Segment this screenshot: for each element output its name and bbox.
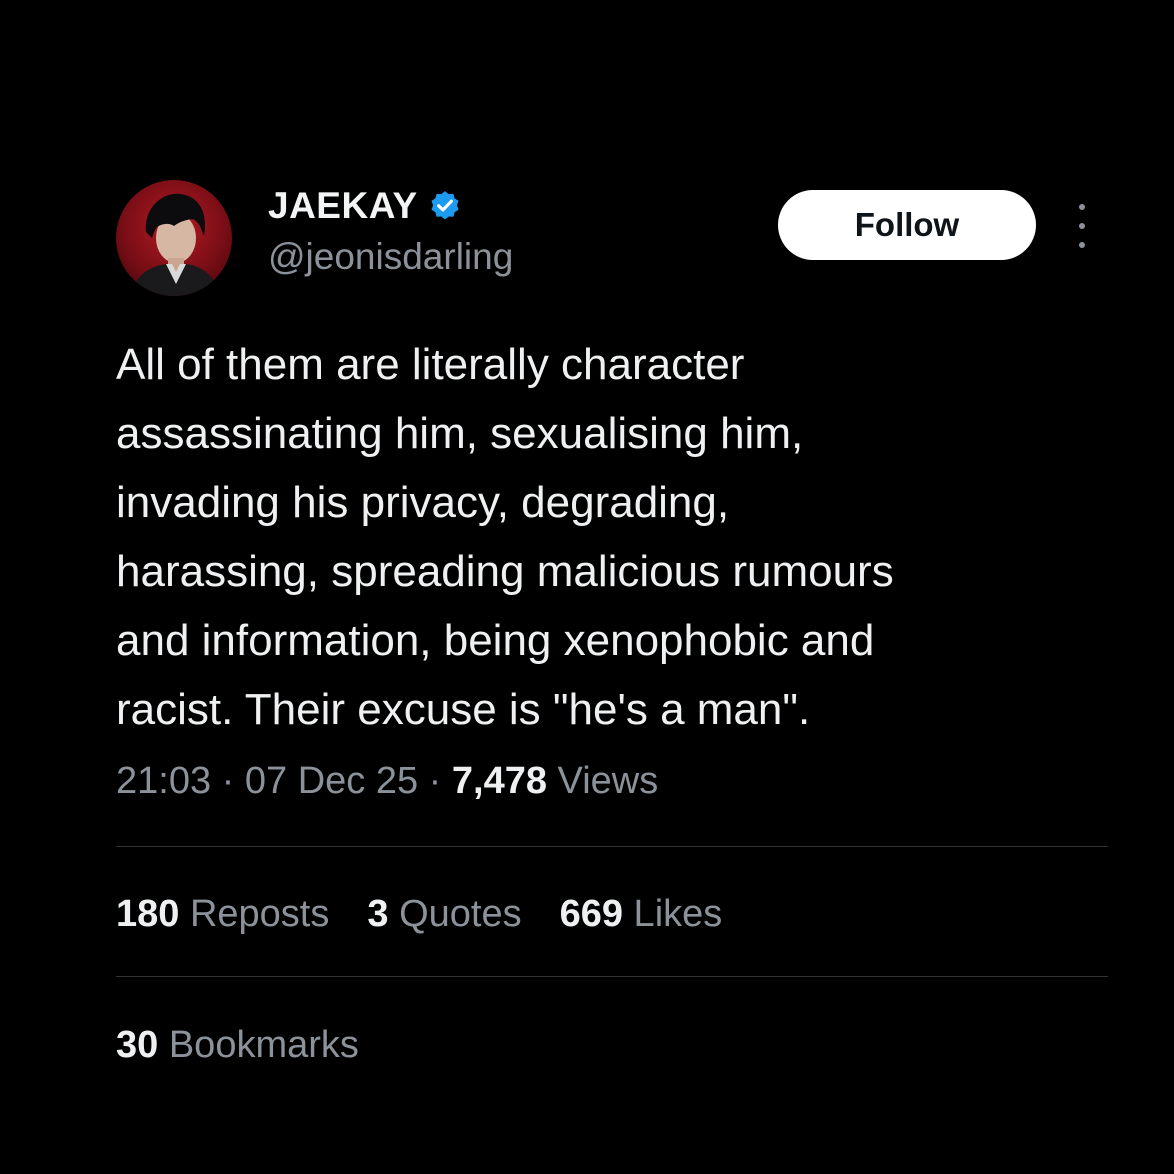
meta-separator: ·	[211, 760, 245, 802]
more-dot	[1079, 242, 1085, 248]
display-name[interactable]: JAEKAY	[268, 185, 418, 227]
verified-badge-icon	[431, 191, 459, 220]
reposts-label: Reposts	[179, 893, 330, 935]
meta-separator: ·	[418, 760, 452, 802]
post-card: JAEKAY @jeonisdarling Follow All of them…	[0, 0, 1174, 1174]
tweet-line: invading his privacy, degrading,	[116, 478, 730, 527]
tweet-line: harassing, spreading malicious rumours	[116, 547, 894, 596]
more-dot	[1079, 223, 1085, 229]
tweet-line: All of them are literally character	[116, 340, 745, 389]
author-handle[interactable]: @jeonisdarling	[268, 236, 513, 278]
divider	[116, 846, 1108, 847]
more-dot	[1079, 204, 1085, 210]
tweet-meta: 21:03 · 07 Dec 25 · 7,478 Views	[116, 760, 658, 803]
avatar[interactable]	[116, 180, 232, 296]
tweet-line: racist. Their excuse is "he's a man".	[116, 685, 811, 734]
quotes-stat[interactable]: 3 Quotes	[367, 893, 521, 936]
views-label: Views	[546, 760, 659, 802]
author-name-row[interactable]: JAEKAY	[268, 183, 462, 229]
tweet-date[interactable]: 07 Dec 25	[245, 760, 418, 802]
bookmarks-count: 30	[116, 1024, 159, 1066]
bookmarks-stat[interactable]: 30 Bookmarks	[116, 1024, 359, 1067]
tweet-line: and information, being xenophobic and	[116, 616, 875, 665]
quotes-label: Quotes	[388, 893, 522, 935]
tweet-text: All of them are literally character assa…	[116, 330, 1116, 744]
likes-count: 669	[559, 893, 623, 935]
reposts-stat[interactable]: 180 Reposts	[116, 893, 329, 936]
bookmarks-label: Bookmarks	[158, 1024, 359, 1066]
more-vertical-icon[interactable]	[1070, 204, 1094, 248]
engagement-stats: 180 Reposts 3 Quotes 669 Likes	[116, 893, 760, 936]
follow-button[interactable]: Follow	[778, 190, 1036, 260]
quotes-count: 3	[367, 893, 389, 935]
reposts-count: 180	[116, 893, 180, 935]
views-count: 7,478	[451, 760, 547, 802]
tweet-time[interactable]: 21:03	[116, 760, 211, 802]
likes-stat[interactable]: 669 Likes	[560, 893, 723, 936]
tweet-line: assassinating him, sexualising him,	[116, 409, 804, 458]
likes-label: Likes	[623, 893, 723, 935]
divider	[116, 976, 1108, 977]
profile-photo	[130, 193, 220, 296]
